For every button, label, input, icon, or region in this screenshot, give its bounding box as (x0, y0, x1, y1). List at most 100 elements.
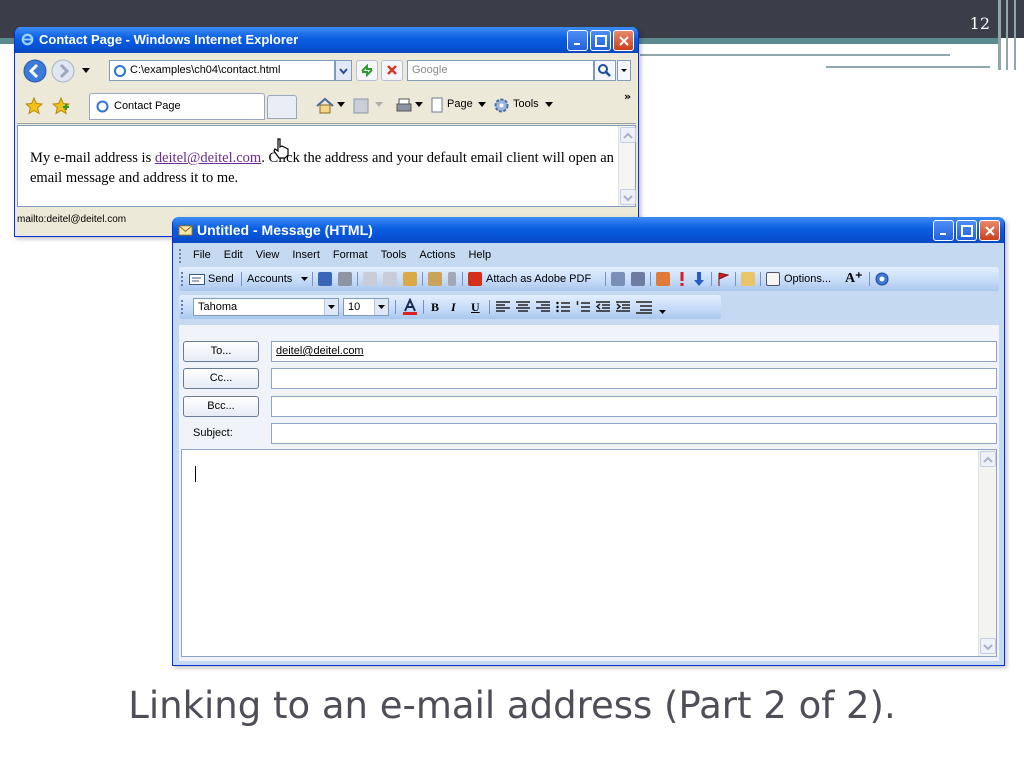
underline-icon[interactable]: U (471, 295, 480, 319)
toolbar-options-icon[interactable] (659, 307, 666, 317)
feeds-icon[interactable] (353, 98, 369, 114)
chevron-down-icon[interactable] (301, 277, 308, 282)
help-icon[interactable] (875, 272, 889, 286)
align-right-icon[interactable] (536, 301, 550, 313)
vertical-scrollbar[interactable] (978, 450, 996, 656)
chevron-down-icon (324, 299, 338, 315)
bcc-field[interactable] (271, 396, 997, 417)
check-names-icon[interactable] (631, 272, 645, 286)
font-family-select[interactable]: Tahoma (193, 298, 339, 316)
font-size-select[interactable]: 10 (343, 298, 389, 316)
bullets-icon[interactable] (556, 301, 570, 313)
numbering-icon[interactable] (576, 301, 590, 313)
chevron-down-icon[interactable] (415, 102, 423, 108)
address-book-icon[interactable] (611, 272, 625, 286)
maximize-button[interactable] (956, 220, 977, 241)
menu-insert[interactable]: Insert (292, 245, 320, 265)
to-field[interactable]: deitel@deitel.com (271, 341, 997, 362)
copy-icon[interactable] (383, 272, 397, 286)
send-button[interactable]: Send (208, 267, 234, 291)
email-link[interactable]: deitel@deitel.com (155, 150, 261, 166)
print-icon[interactable] (395, 97, 413, 115)
cc-field[interactable] (271, 368, 997, 389)
decrease-indent-icon[interactable] (596, 301, 610, 313)
tools-menu[interactable]: Tools (513, 98, 539, 110)
adobe-pdf-icon[interactable] (468, 272, 482, 286)
insert-file-icon[interactable] (428, 272, 442, 286)
style-icon[interactable] (636, 300, 652, 314)
to-button[interactable]: To... (183, 341, 259, 362)
minimize-button[interactable] (567, 30, 588, 51)
attach-pdf-button[interactable]: Attach as Adobe PDF (486, 267, 591, 291)
message-body-editor[interactable] (181, 449, 997, 657)
chevron-down-icon[interactable] (375, 102, 383, 108)
add-favorites-icon[interactable] (52, 97, 70, 115)
chevron-down-icon[interactable] (545, 102, 553, 108)
paste-icon[interactable] (403, 272, 417, 286)
subject-field[interactable] (271, 423, 997, 444)
search-input[interactable]: Google (407, 60, 594, 81)
address-input[interactable]: C:\examples\ch04\contact.html (109, 60, 335, 81)
vertical-scrollbar[interactable] (618, 126, 636, 206)
toolbar-grip[interactable] (181, 300, 184, 314)
tab-contact-page[interactable]: Contact Page (89, 93, 265, 120)
maximize-button[interactable] (590, 30, 611, 51)
minimize-button[interactable] (933, 220, 954, 241)
scroll-down-button[interactable] (620, 189, 636, 205)
home-icon[interactable] (315, 97, 335, 115)
scroll-down-button[interactable] (980, 638, 996, 654)
ie-title-bar[interactable]: Contact Page - Windows Internet Explorer (15, 27, 638, 53)
menu-actions[interactable]: Actions (419, 245, 455, 265)
address-dropdown[interactable] (335, 60, 352, 81)
menu-view[interactable]: View (256, 245, 280, 265)
back-arrow-icon[interactable] (23, 59, 47, 83)
favorites-star-icon[interactable] (25, 97, 43, 115)
options-icon[interactable] (766, 272, 780, 286)
bold-icon[interactable]: B (431, 295, 439, 319)
search-button[interactable] (594, 60, 616, 81)
close-button[interactable] (979, 220, 1000, 241)
chevron-down-icon[interactable] (478, 102, 486, 108)
permission-icon[interactable] (741, 272, 755, 286)
toolbar-grip[interactable] (181, 272, 184, 286)
stop-button[interactable] (381, 60, 403, 81)
menu-edit[interactable]: Edit (224, 245, 243, 265)
italic-icon[interactable]: I (451, 295, 456, 319)
close-button[interactable] (613, 30, 634, 51)
font-color-icon[interactable] (401, 298, 419, 316)
cut-icon[interactable] (363, 272, 377, 286)
page-menu[interactable]: Page (447, 98, 473, 110)
font-size-increase-icon[interactable]: A⁺ (845, 267, 863, 291)
flag-icon[interactable] (656, 272, 670, 286)
menu-help[interactable]: Help (468, 245, 491, 265)
refresh-button[interactable] (356, 60, 378, 81)
paperclip-icon[interactable] (448, 272, 456, 286)
new-tab-button[interactable] (267, 95, 297, 119)
accounts-button[interactable]: Accounts (247, 267, 292, 291)
high-importance-icon[interactable] (678, 272, 686, 286)
bcc-button[interactable]: Bcc... (183, 396, 259, 417)
chevron-down-icon[interactable] (337, 102, 345, 108)
menu-file[interactable]: File (193, 245, 211, 265)
menu-format[interactable]: Format (333, 245, 368, 265)
page-icon[interactable] (429, 97, 445, 113)
follow-up-flag-icon[interactable] (717, 272, 729, 286)
print-icon[interactable] (338, 272, 352, 286)
increase-indent-icon[interactable] (616, 301, 630, 313)
scroll-up-button[interactable] (620, 127, 636, 143)
options-button[interactable]: Options... (784, 267, 831, 291)
gear-icon[interactable] (493, 97, 510, 114)
chevron-more-icon[interactable]: » (624, 90, 631, 103)
low-importance-icon[interactable] (694, 272, 704, 286)
chevron-down-icon[interactable] (81, 67, 91, 75)
align-center-icon[interactable] (516, 301, 530, 313)
search-options-button[interactable] (617, 60, 631, 81)
save-icon[interactable] (318, 272, 332, 286)
align-left-icon[interactable] (496, 301, 510, 313)
slide-number: 12 (969, 14, 990, 33)
message-title-bar[interactable]: Untitled - Message (HTML) (173, 217, 1004, 243)
cc-button[interactable]: Cc... (183, 368, 259, 389)
menu-tools[interactable]: Tools (381, 245, 407, 265)
forward-arrow-icon[interactable] (51, 59, 75, 83)
scroll-up-button[interactable] (980, 451, 996, 467)
